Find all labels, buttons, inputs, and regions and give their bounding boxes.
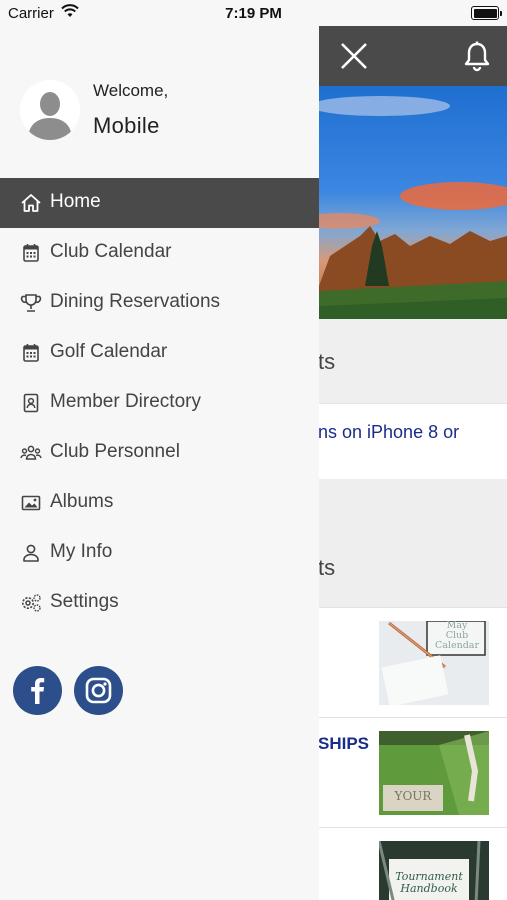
- news-thumbnail: Tournament Handbook: [379, 841, 489, 900]
- trophy-icon: [20, 294, 42, 312]
- news-thumbnail: YOUR: [379, 731, 489, 815]
- screen: Carrier 7:19 PM ts ns on iPhone 8 or ts …: [0, 0, 507, 900]
- menu-item-member-directory[interactable]: Member Directory: [0, 378, 319, 428]
- username: Mobile: [93, 113, 160, 138]
- clock: 7:19 PM: [225, 5, 282, 22]
- navigation-drawer: Welcome, Mobile Home Club Calendar Dinin…: [0, 26, 319, 900]
- menu-item-settings[interactable]: Settings: [0, 578, 319, 628]
- menu-item-label: Club Calendar: [50, 241, 172, 262]
- image-icon: [21, 495, 41, 511]
- facebook-button[interactable]: [13, 666, 62, 715]
- thumb-text: YOUR: [394, 789, 432, 803]
- section-title: ts: [318, 555, 336, 580]
- facebook-icon: [31, 678, 45, 704]
- menu-item-my-info[interactable]: My Info: [0, 528, 319, 578]
- menu-item-golf-calendar[interactable]: Golf Calendar: [0, 328, 319, 378]
- menu-item-label: Albums: [50, 491, 114, 512]
- menu-item-label: Golf Calendar: [50, 341, 168, 362]
- menu-item-club-calendar[interactable]: Club Calendar: [0, 228, 319, 278]
- menu-item-club-personnel[interactable]: Club Personnel: [0, 428, 319, 478]
- instagram-button[interactable]: [74, 666, 123, 715]
- contact-book-icon: [23, 393, 39, 413]
- menu-item-home[interactable]: Home: [0, 178, 319, 228]
- battery-icon: [471, 6, 502, 20]
- avatar[interactable]: [20, 80, 80, 140]
- profile-header: Welcome, Mobile: [0, 26, 319, 178]
- user-silhouette-icon: [20, 80, 80, 140]
- thumb-text: Handbook: [400, 882, 458, 895]
- welcome-text: Welcome,: [93, 81, 169, 100]
- calendar-icon: [23, 344, 39, 362]
- menu-item-label: Club Personnel: [50, 441, 180, 462]
- drawer-menu: Home Club Calendar Dining Reservations G…: [0, 178, 319, 628]
- calendar-icon: [23, 244, 39, 262]
- news-headline[interactable]: SHIPS: [318, 734, 369, 754]
- group-icon: [20, 445, 42, 460]
- news-thumbnail: May Club Calendar: [379, 621, 489, 705]
- home-icon: [21, 194, 41, 212]
- menu-item-label: Dining Reservations: [50, 291, 221, 312]
- user-icon: [23, 544, 39, 562]
- close-icon[interactable]: [338, 40, 370, 72]
- status-bar: Carrier 7:19 PM: [0, 0, 507, 26]
- menu-item-label: My Info: [50, 541, 113, 562]
- gears-icon: [22, 594, 41, 612]
- thumb-text: Calendar: [435, 640, 479, 651]
- announcement-link[interactable]: ns on iPhone 8 or: [318, 420, 459, 444]
- menu-item-label: Member Directory: [50, 391, 201, 412]
- menu-item-albums[interactable]: Albums: [0, 478, 319, 528]
- section-title: ts: [318, 349, 336, 374]
- menu-item-label: Home: [50, 191, 101, 212]
- menu-item-dining-reservations[interactable]: Dining Reservations: [0, 278, 319, 328]
- instagram-icon: [85, 677, 112, 704]
- menu-item-label: Settings: [50, 591, 119, 612]
- bell-icon[interactable]: [462, 40, 492, 72]
